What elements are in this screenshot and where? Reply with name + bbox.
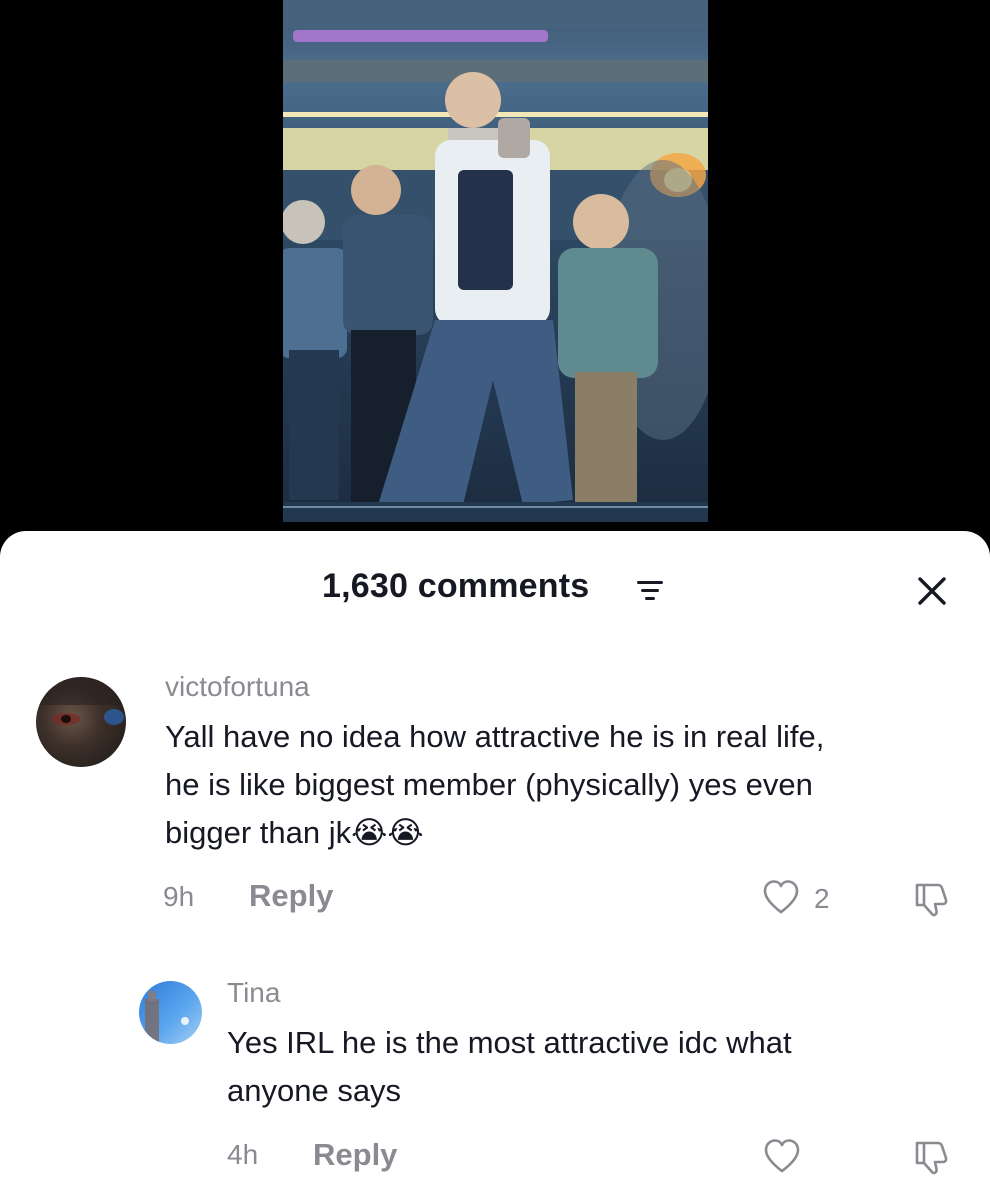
close-icon[interactable] [912,571,952,611]
thumbs-down-icon[interactable] [912,880,950,918]
comment-text-line: Yall have no idea how attractive he is i… [165,719,825,754]
avatar[interactable] [139,981,202,1044]
concert-stage-image [283,0,708,522]
avatar[interactable] [36,677,126,767]
comment-text-line: he is like biggest member (physically) y… [165,767,813,802]
like-count: 2 [814,883,830,914]
comment-text-line: Yes IRL he is the most attractive idc wh… [227,1025,792,1060]
sort-icon[interactable] [636,579,664,603]
comments-header: 1,630 comments [0,561,990,617]
video-area[interactable] [0,0,990,560]
comment-text-line: bigger than jk😭😭 [165,815,424,850]
comment-username[interactable]: victofortuna [165,671,310,703]
thumbs-down-icon[interactable] [912,1138,950,1176]
comment-text: Yes IRL he is the most attractive idc wh… [227,1019,792,1115]
comment-username[interactable]: Tina [227,977,280,1009]
reply-button[interactable]: Reply [249,878,333,914]
comment-text-line: anyone says [227,1073,402,1108]
heart-icon[interactable] [762,879,800,915]
comment-timestamp: 9h [163,881,195,912]
reply-button[interactable]: Reply [313,1137,397,1173]
comments-sheet: 1,630 comments victofortuna Yall have no… [0,531,990,1200]
comment-text: Yall have no idea how attractive he is i… [165,713,824,857]
comment-timestamp: 4h [227,1139,259,1170]
comment-count-title: 1,630 comments [322,567,590,605]
heart-icon[interactable] [763,1138,801,1174]
video-frame[interactable] [283,0,708,522]
